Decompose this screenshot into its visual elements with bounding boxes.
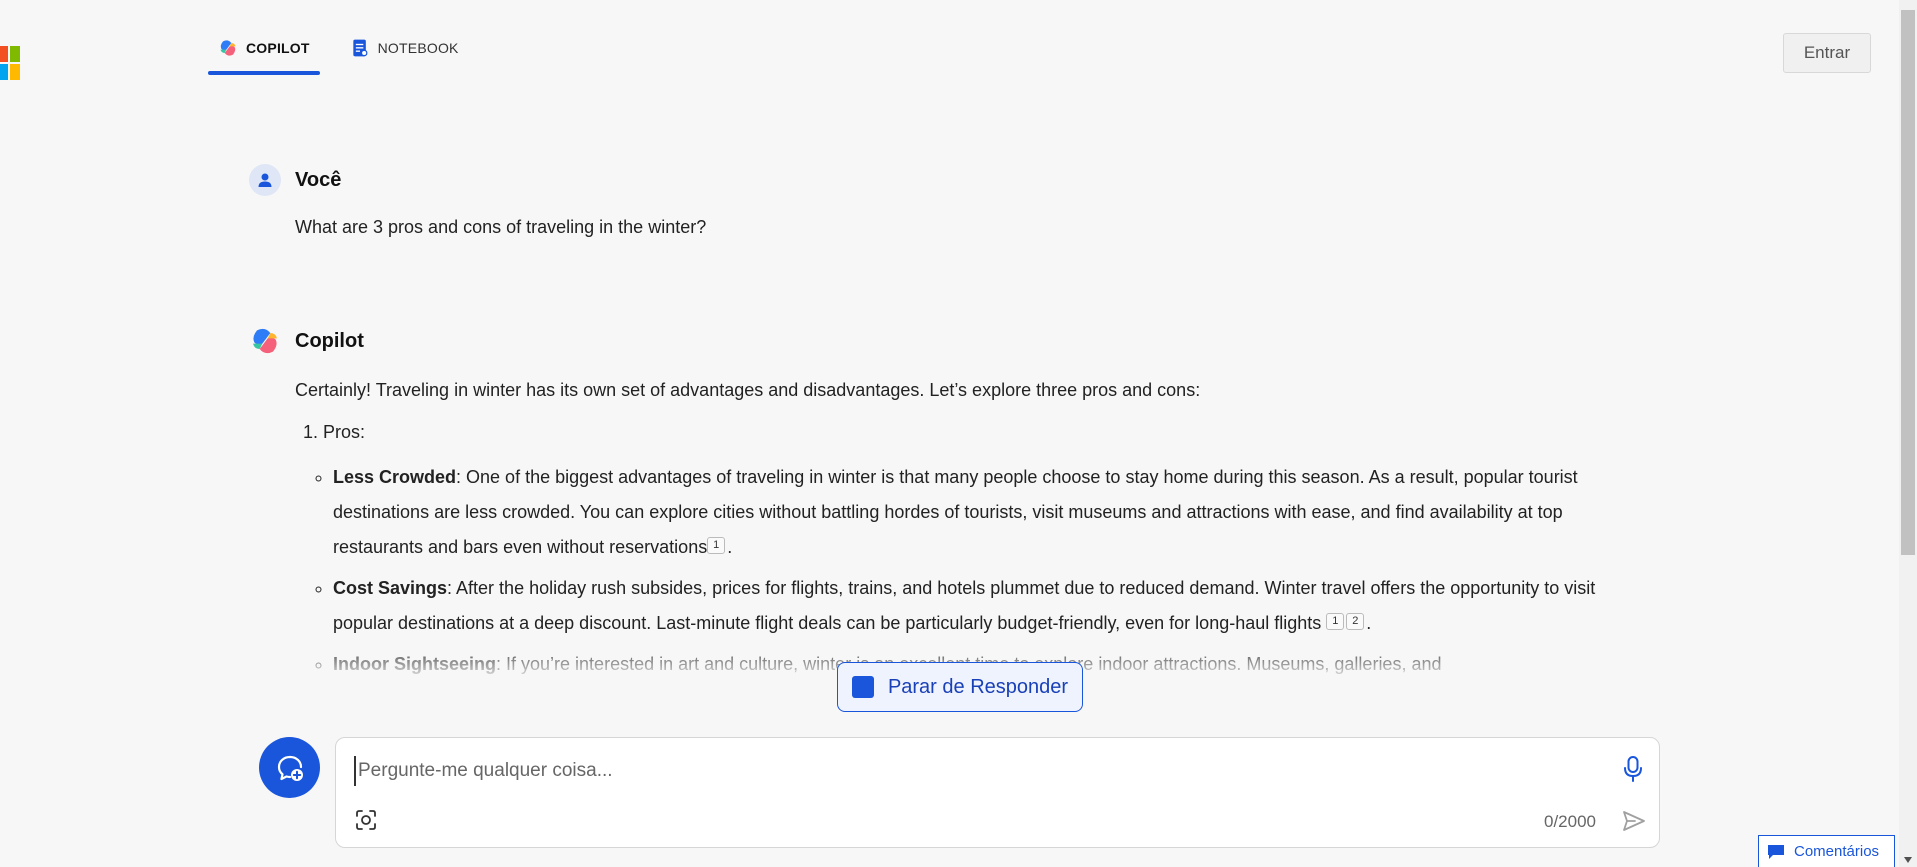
section-label: 1. Pros: xyxy=(303,422,366,442)
feedback-icon xyxy=(1768,844,1784,859)
list-item: Less Crowded: One of the biggest advanta… xyxy=(333,460,1645,565)
assistant-message-body: Certainly! Traveling in winter has its o… xyxy=(295,376,1645,688)
user-message-header: Você xyxy=(249,164,341,196)
citation-badge[interactable]: 2 xyxy=(1346,613,1365,630)
tab-copilot[interactable]: COPILOT xyxy=(208,28,320,75)
microsoft-logo-icon[interactable] xyxy=(0,46,23,81)
signin-button[interactable]: Entrar xyxy=(1783,33,1871,73)
visual-search-icon[interactable] xyxy=(354,808,378,832)
microphone-icon[interactable] xyxy=(1621,754,1645,784)
item-title: Indoor Sightseeing xyxy=(333,654,497,674)
list-item: Cost Savings: After the holiday rush sub… xyxy=(333,571,1645,641)
new-chat-icon xyxy=(277,755,303,781)
item-title: Less Crowded xyxy=(333,467,457,487)
notebook-icon xyxy=(352,39,368,57)
user-icon xyxy=(258,173,272,187)
copilot-logo-icon xyxy=(253,328,277,354)
citation-badge[interactable]: 1 xyxy=(1326,613,1345,630)
assistant-name: Copilot xyxy=(295,329,364,352)
top-tabs: COPILOT NOTEBOOK xyxy=(208,28,469,75)
chat-input[interactable] xyxy=(354,756,1604,786)
pros-list: Less Crowded: One of the biggest advanta… xyxy=(333,460,1645,682)
item-text: : One of the biggest advantages of trave… xyxy=(333,467,1578,557)
send-icon[interactable] xyxy=(1621,808,1647,834)
item-text: : After the holiday rush subsides, price… xyxy=(333,578,1596,633)
item-title: Cost Savings xyxy=(333,578,448,598)
answer-intro: Certainly! Traveling in winter has its o… xyxy=(295,380,1201,400)
user-message-text: What are 3 pros and cons of traveling in… xyxy=(295,217,707,237)
tab-copilot-label: COPILOT xyxy=(246,40,310,56)
stop-responding-label: Parar de Responder xyxy=(887,675,1069,698)
user-name: Você xyxy=(295,168,342,191)
tab-notebook-label: NOTEBOOK xyxy=(377,40,459,56)
assistant-message-header: Copilot xyxy=(249,325,364,357)
stop-responding-button[interactable]: Parar de Responder xyxy=(837,662,1083,712)
feedback-label: Comentários xyxy=(1794,843,1880,860)
feedback-button[interactable]: Comentários xyxy=(1758,835,1895,867)
character-counter: 0/2000 xyxy=(1544,812,1596,831)
copilot-logo-icon xyxy=(220,40,236,56)
user-avatar xyxy=(249,164,281,196)
scroll-down-icon[interactable] xyxy=(1904,857,1912,863)
page-scrollbar[interactable] xyxy=(1899,0,1917,867)
tab-notebook[interactable]: NOTEBOOK xyxy=(340,28,469,75)
answer-section: 1. Pros: Less Crowded: One of the bigges… xyxy=(303,418,1645,682)
stop-icon xyxy=(851,676,874,698)
citation-badge[interactable]: 1 xyxy=(707,537,726,554)
answer-sections: 1. Pros: Less Crowded: One of the bigges… xyxy=(303,418,1645,682)
scrollbar-thumb[interactable] xyxy=(1901,10,1915,555)
new-topic-button[interactable] xyxy=(259,737,320,798)
chat-composer: 0/2000 xyxy=(335,737,1660,848)
